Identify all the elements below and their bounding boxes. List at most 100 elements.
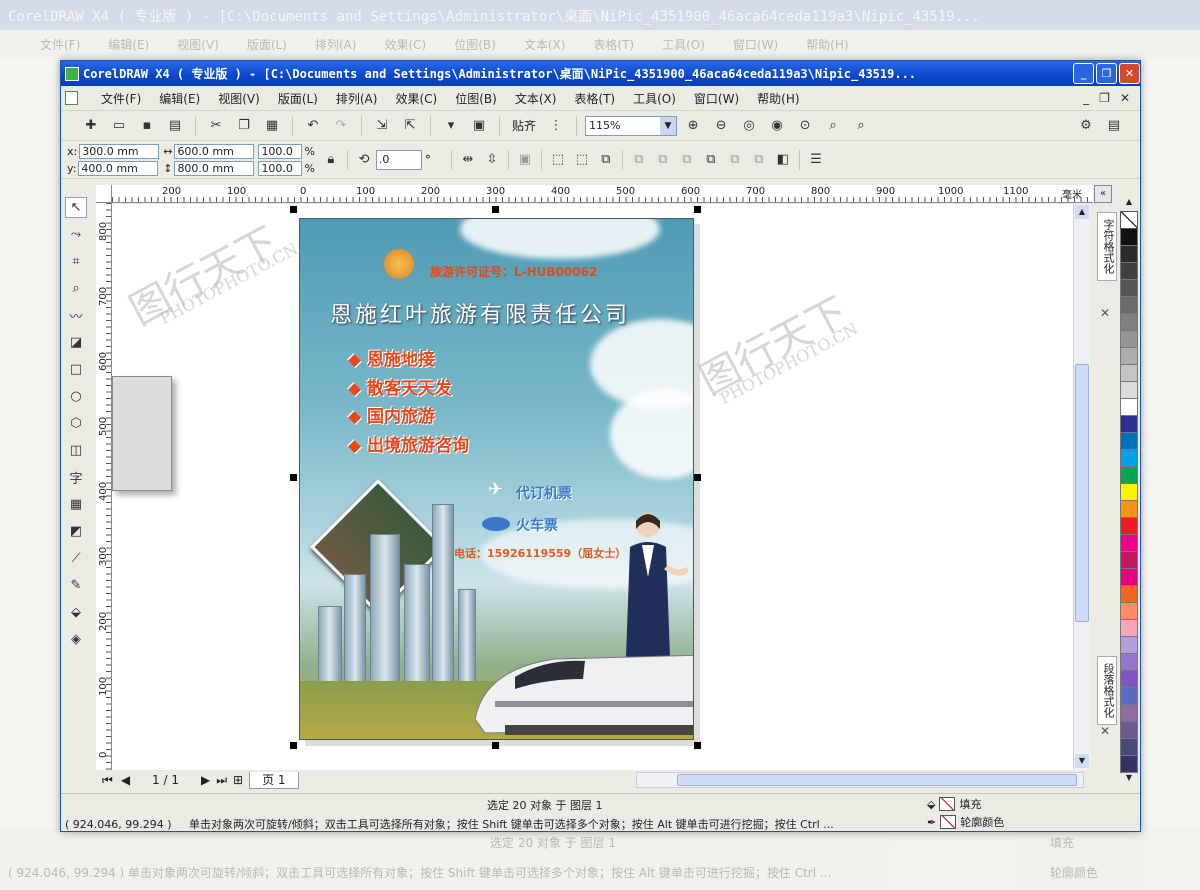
selection-handle[interactable] — [694, 474, 701, 481]
align-distribute-icon[interactable]: ☰ — [804, 149, 828, 171]
doc-close-button[interactable]: ✕ — [1120, 91, 1130, 105]
horizontal-scroll-thumb[interactable] — [677, 774, 1077, 786]
maximize-button[interactable]: ❐ — [1096, 63, 1118, 84]
zoom-selected-icon[interactable]: ◎ — [737, 115, 761, 137]
page-tab[interactable]: 页 1 — [249, 771, 299, 789]
fill-tool-icon[interactable]: ⬙ — [65, 602, 87, 623]
y-position-input[interactable]: 400.0 mm — [78, 160, 159, 176]
weld-icon[interactable]: ⧉ — [627, 149, 651, 171]
fill-indicator[interactable]: ⬙ 填充 — [927, 796, 981, 812]
ruler-origin[interactable] — [96, 185, 112, 203]
trim-icon[interactable]: ⧉ — [651, 149, 675, 171]
doc-restore-button[interactable]: ❐ — [1099, 91, 1110, 105]
nav-prev-icon[interactable]: ◀ — [121, 773, 130, 787]
vertical-scroll-thumb[interactable] — [1075, 364, 1089, 622]
color-swatch[interactable] — [1120, 313, 1138, 331]
zoom-page-icon[interactable]: ⊙ — [793, 115, 817, 137]
color-swatch[interactable] — [1120, 347, 1138, 365]
selection-handle[interactable] — [492, 742, 499, 749]
color-swatch[interactable] — [1120, 603, 1138, 621]
lock-ratio-icon[interactable]: 🔒︎ — [319, 149, 343, 171]
cut-icon[interactable]: ✂ — [204, 115, 228, 137]
zoom-all-icon[interactable]: ◉ — [765, 115, 789, 137]
document-icon[interactable] — [65, 91, 78, 105]
menu-tools[interactable]: 工具(O) — [624, 90, 685, 107]
create-boundary-icon[interactable]: ◧ — [771, 149, 795, 171]
pick-tool-icon[interactable]: ↖ — [65, 197, 87, 218]
smart-fill-tool-icon[interactable]: ◪ — [65, 332, 87, 353]
color-swatch[interactable] — [1120, 483, 1138, 501]
menu-text[interactable]: 文本(X) — [506, 90, 566, 107]
menu-file[interactable]: 文件(F) — [92, 90, 150, 107]
title-bar[interactable]: CorelDRAW X4 ( 专业版 ) - [C:\Documents and… — [61, 61, 1141, 86]
color-swatch[interactable] — [1120, 756, 1138, 774]
close-icon[interactable]: ✕ — [1100, 306, 1110, 320]
menu-effects[interactable]: 效果(C) — [386, 90, 446, 107]
color-swatch[interactable] — [1120, 620, 1138, 638]
horizontal-ruler[interactable]: 200 100 0 100 200 300 400 500 600 700 80… — [112, 185, 1093, 203]
palette-scroll-up-icon[interactable]: ▲ — [1120, 197, 1138, 211]
basic-shapes-tool-icon[interactable]: ◫ — [65, 440, 87, 461]
zoom-level-select[interactable]: 115% ▼ — [585, 115, 678, 136]
interactive-tool-icon[interactable]: ◩ — [65, 521, 87, 542]
save-icon[interactable]: ▪ — [135, 115, 159, 137]
open-folder-icon[interactable]: ▭ — [107, 115, 131, 137]
docker-collapse-icon[interactable]: « — [1094, 185, 1112, 203]
menu-bitmaps[interactable]: 位图(B) — [446, 90, 506, 107]
vertical-ruler[interactable]: 800 700 600 500 400 300 200 100 0 — [96, 203, 112, 773]
snap-options-icon[interactable]: ⋮ — [544, 115, 568, 137]
height-input[interactable]: 800.0 mm — [174, 160, 255, 176]
color-swatch[interactable] — [1120, 517, 1138, 535]
paragraph-formatting-tab[interactable]: 段落格式化 — [1097, 656, 1117, 725]
travel-poster[interactable]: 旅游许可证号：L-HUB00062 恩施红叶旅游有限责任公司 恩施地接 散客天天… — [299, 218, 694, 740]
copy-icon[interactable]: ❐ — [232, 115, 256, 137]
close-button[interactable]: ✕ — [1119, 63, 1141, 84]
table-tool-icon[interactable]: ▦ — [65, 494, 87, 515]
ungroup-icon[interactable]: ⬚ — [546, 149, 570, 171]
color-swatch[interactable] — [1120, 500, 1138, 518]
nav-next-icon[interactable]: ▶ — [201, 773, 210, 787]
import-icon[interactable]: ⇲ — [370, 115, 394, 137]
rectangle-tool-icon[interactable]: □ — [65, 359, 87, 380]
color-swatch[interactable] — [1120, 688, 1138, 706]
nav-last-icon[interactable]: ⏭ — [216, 773, 227, 788]
scroll-down-icon[interactable]: ▼ — [1075, 754, 1089, 768]
scroll-up-icon[interactable]: ▲ — [1075, 205, 1089, 219]
interactive-fill-tool-icon[interactable]: ◈ — [65, 629, 87, 650]
front-minus-back-icon[interactable]: ⧉ — [723, 149, 747, 171]
color-swatch[interactable] — [1120, 466, 1138, 484]
color-swatch[interactable] — [1120, 330, 1138, 348]
menu-layout[interactable]: 版面(L) — [269, 90, 327, 107]
color-swatch[interactable] — [1120, 568, 1138, 586]
color-swatch[interactable] — [1120, 739, 1138, 757]
undo-icon[interactable]: ↶ — [301, 115, 325, 137]
text-tool-icon[interactable]: 字 — [65, 467, 87, 488]
snap-to-dropdown[interactable]: 贴齐 — [508, 117, 540, 134]
nav-first-icon[interactable]: ⏮ — [102, 773, 113, 788]
color-swatch[interactable] — [1120, 398, 1138, 416]
options-icon[interactable]: ⚙ — [1074, 115, 1098, 137]
color-swatch[interactable] — [1120, 432, 1138, 450]
selection-handle[interactable] — [492, 206, 499, 213]
ungroup-all-icon[interactable]: ⬚ — [570, 149, 594, 171]
color-swatch[interactable] — [1120, 364, 1138, 382]
zoom-width-icon[interactable]: ⌕ — [821, 115, 845, 137]
color-swatch[interactable] — [1120, 534, 1138, 552]
x-position-input[interactable]: 300.0 mm — [79, 143, 160, 159]
scale-x-input[interactable]: 100.0 — [258, 143, 303, 159]
zoom-tool-icon[interactable]: ⌕ — [65, 278, 87, 299]
color-swatch[interactable] — [1120, 262, 1138, 280]
add-page-icon[interactable]: ⊞ — [233, 773, 243, 787]
menu-edit[interactable]: 编辑(E) — [150, 90, 209, 107]
horizontal-scrollbar[interactable] — [636, 772, 1084, 788]
chevron-down-icon[interactable]: ▼ — [660, 116, 677, 135]
rotate-icon[interactable]: ⟲ — [352, 149, 376, 171]
polygon-tool-icon[interactable]: ⬡ — [65, 413, 87, 434]
color-swatch[interactable] — [1120, 551, 1138, 569]
application-launcher-icon[interactable]: ▾ — [439, 115, 463, 137]
color-swatch[interactable] — [1120, 296, 1138, 314]
vertical-scrollbar[interactable]: ▲ ▼ — [1073, 204, 1090, 770]
group-icon[interactable]: ▣ — [513, 149, 537, 171]
zoom-height-icon[interactable]: ⌕ — [849, 115, 873, 137]
menu-view[interactable]: 视图(V) — [209, 90, 269, 107]
